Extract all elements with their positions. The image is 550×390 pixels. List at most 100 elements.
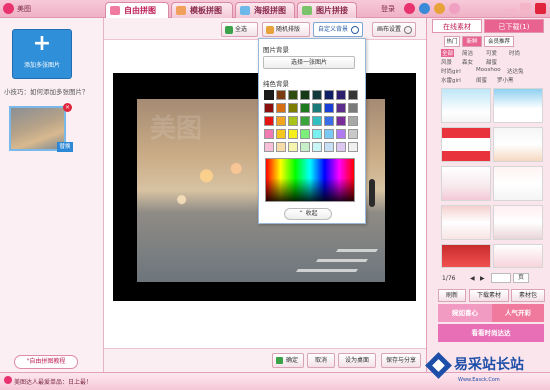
close-icon[interactable] xyxy=(535,3,546,14)
template-thumbnail[interactable] xyxy=(441,166,491,201)
color-swatch[interactable] xyxy=(312,116,322,126)
color-swatch[interactable] xyxy=(336,142,346,152)
color-swatch[interactable] xyxy=(336,103,346,113)
template-thumbnail[interactable] xyxy=(493,244,543,268)
color-swatch[interactable] xyxy=(264,142,274,152)
color-swatch[interactable] xyxy=(336,129,346,139)
category-scenery[interactable]: 风景 xyxy=(441,58,452,66)
category-fashion-girl[interactable]: 时尚girl xyxy=(441,67,461,75)
color-swatch[interactable] xyxy=(264,129,274,139)
tab-member-picks[interactable]: 会员推荐 xyxy=(484,36,514,47)
template-thumbnail[interactable] xyxy=(441,244,491,268)
color-swatch[interactable] xyxy=(300,90,310,100)
color-swatch[interactable] xyxy=(336,116,346,126)
pager-input[interactable] xyxy=(491,273,511,283)
template-thumbnail[interactable] xyxy=(493,127,543,162)
color-swatch[interactable] xyxy=(288,129,298,139)
tab-free-collage[interactable]: 自由拼图 xyxy=(105,2,169,18)
replace-photo-button[interactable]: 替换 xyxy=(57,142,73,152)
color-swatch[interactable] xyxy=(300,116,310,126)
color-swatch[interactable] xyxy=(312,90,322,100)
color-swatch[interactable] xyxy=(348,116,358,126)
category-luoxiaohei[interactable]: 罗小黑 xyxy=(497,76,514,84)
template-thumbnail[interactable] xyxy=(441,127,491,162)
tab-poster-collage[interactable]: 海报拼图 xyxy=(235,2,295,18)
color-swatch[interactable] xyxy=(288,103,298,113)
color-swatch[interactable] xyxy=(276,142,286,152)
select-all-button[interactable]: 全选 xyxy=(221,22,258,37)
tab-image-stitch[interactable]: 图片拼接 xyxy=(297,2,357,18)
category-water-girl[interactable]: 水雷girl xyxy=(441,76,461,84)
pager-prev-icon[interactable]: ◀ xyxy=(470,275,475,282)
color-swatch[interactable] xyxy=(276,103,286,113)
color-swatch[interactable] xyxy=(312,142,322,152)
save-share-button[interactable]: 保存与分享 xyxy=(381,353,421,368)
color-swatch[interactable] xyxy=(300,103,310,113)
promo-banner[interactable]: 看看时尚达达 xyxy=(438,324,544,342)
tutorial-button[interactable]: "自由拼图教程 xyxy=(14,355,78,369)
color-spectrum-picker[interactable] xyxy=(265,158,355,202)
cancel-button[interactable]: 取消 xyxy=(307,353,335,368)
category-dada-rabbit[interactable]: 达达兔 xyxy=(507,67,524,75)
color-swatch[interactable] xyxy=(312,103,322,113)
weibo-icon[interactable] xyxy=(404,3,415,14)
color-swatch[interactable] xyxy=(264,116,274,126)
set-desktop-button[interactable]: 设为桌面 xyxy=(338,353,376,368)
template-thumbnail[interactable] xyxy=(441,88,491,123)
canvas-settings-button[interactable]: 画布设置 xyxy=(372,22,416,37)
color-swatch[interactable] xyxy=(324,116,334,126)
refresh-button[interactable]: 刷新 xyxy=(438,289,466,302)
color-swatch[interactable] xyxy=(312,129,322,139)
color-swatch[interactable] xyxy=(276,129,286,139)
template-thumbnail[interactable] xyxy=(493,88,543,123)
color-swatch[interactable] xyxy=(324,103,334,113)
color-swatch[interactable] xyxy=(324,90,334,100)
login-link[interactable]: 登录 xyxy=(381,4,395,14)
template-thumbnail[interactable] xyxy=(441,205,491,240)
status-text[interactable]: 美图达人最爱单品：日上最！ xyxy=(14,377,92,386)
color-swatch[interactable] xyxy=(264,90,274,100)
remove-photo-icon[interactable]: × xyxy=(63,103,72,112)
download-materials-button[interactable]: 下载素材 xyxy=(469,289,509,302)
color-swatch[interactable] xyxy=(264,103,274,113)
tip-link[interactable]: 小技巧：如何添加多张图片？ xyxy=(4,86,89,96)
color-swatch[interactable] xyxy=(348,103,358,113)
category-bestie[interactable]: 闺蜜 xyxy=(476,76,487,84)
color-swatch[interactable] xyxy=(348,142,358,152)
color-swatch[interactable] xyxy=(336,90,346,100)
promo-banner[interactable]: 人气开彩 xyxy=(492,304,544,322)
color-swatch[interactable] xyxy=(348,129,358,139)
tab-template-collage[interactable]: 模板拼图 xyxy=(171,2,233,18)
promo-banner[interactable]: 婉如喜心 xyxy=(438,304,492,322)
template-thumbnail[interactable] xyxy=(493,166,543,201)
material-pack-button[interactable]: 素材包 xyxy=(511,289,545,302)
color-swatch[interactable] xyxy=(324,129,334,139)
color-swatch[interactable] xyxy=(348,90,358,100)
tab-hot[interactable]: 热门 xyxy=(444,36,460,47)
custom-background-button[interactable]: 自定义背景 xyxy=(313,22,363,37)
template-thumbnail[interactable] xyxy=(493,205,543,240)
category-cute[interactable]: 可爱 xyxy=(486,49,497,57)
pager-next-icon[interactable]: ▶ xyxy=(480,275,485,282)
tab-new[interactable]: 新鲜 xyxy=(462,36,482,47)
pager-go-button[interactable]: 页 xyxy=(513,273,529,283)
add-photos-button[interactable]: + 添加多张图片 xyxy=(12,29,72,79)
random-layout-button[interactable]: 随机排版 xyxy=(262,22,310,37)
choose-image-button[interactable]: 选择一张图片 xyxy=(263,56,355,69)
minimize-icon[interactable] xyxy=(505,9,516,12)
color-swatch[interactable] xyxy=(288,142,298,152)
color-swatch[interactable] xyxy=(288,116,298,126)
ok-button[interactable]: 确定 xyxy=(272,353,304,368)
category-simple[interactable]: 简洁 xyxy=(462,49,473,57)
color-swatch[interactable] xyxy=(276,116,286,126)
color-swatch[interactable] xyxy=(288,90,298,100)
color-swatch[interactable] xyxy=(276,90,286,100)
skin-icon[interactable] xyxy=(434,3,445,14)
color-swatch[interactable] xyxy=(300,142,310,152)
category-mooshoo[interactable]: Mooshoo xyxy=(476,67,501,73)
category-forest-girl[interactable]: 森女 xyxy=(462,58,473,66)
tab-online-materials[interactable]: 在线素材 xyxy=(432,19,482,33)
maximize-icon[interactable] xyxy=(520,3,531,14)
color-swatch[interactable] xyxy=(324,142,334,152)
category-all[interactable]: 全部 xyxy=(441,49,455,57)
